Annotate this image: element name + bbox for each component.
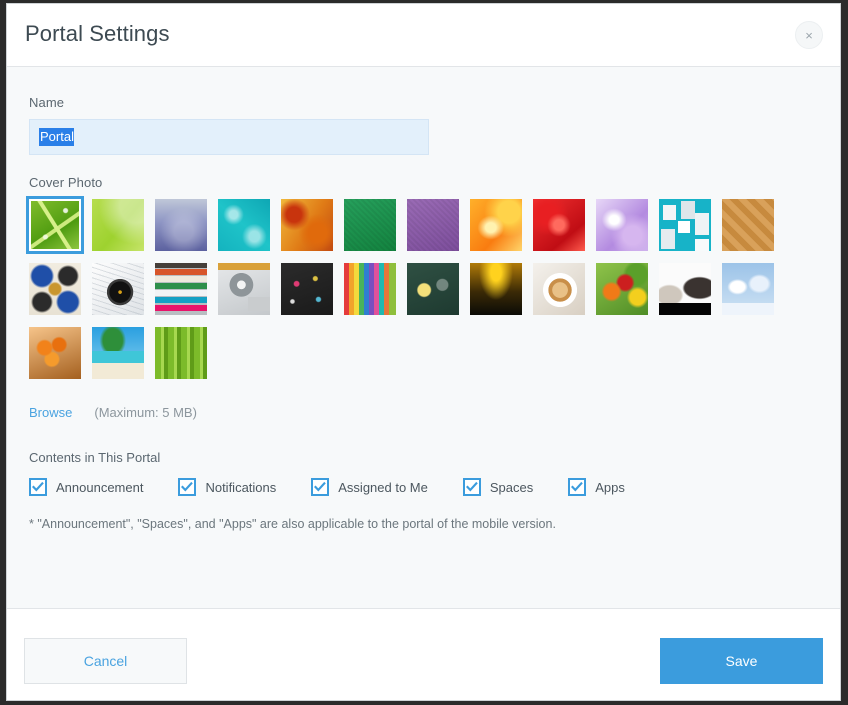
cover-thumbnail-orange-lily[interactable] <box>470 199 522 251</box>
chalk-lightbulb-image <box>407 263 459 315</box>
cover-thumbnail-teal-water[interactable] <box>218 199 270 251</box>
checkbox-label: Apps <box>595 480 625 495</box>
teal-cubes-image <box>659 199 711 251</box>
checkbox-label: Notifications <box>205 480 276 495</box>
browse-row: Browse (Maximum: 5 MB) <box>29 405 818 420</box>
cancel-button[interactable]: Cancel <box>24 638 187 684</box>
cover-thumbnail-blue-mosaic-tile[interactable] <box>29 263 81 315</box>
chalkboard-question-marks-image <box>281 263 333 315</box>
cover-thumbnail-red-rose[interactable] <box>533 199 585 251</box>
orange-rust-texture-image <box>281 199 333 251</box>
close-icon: × <box>805 29 813 42</box>
contents-label: Contents in This Portal <box>29 450 818 465</box>
cover-thumbnail-green-leaf[interactable] <box>29 199 81 251</box>
dialog-body: Name Portal Cover Photo Browse (Maximum:… <box>7 67 840 609</box>
purple-blur-image <box>155 199 207 251</box>
check-icon <box>181 481 193 493</box>
cover-thumbnail-fresh-vegetables[interactable] <box>596 263 648 315</box>
blue-mosaic-tile-image <box>29 263 81 315</box>
check-icon <box>571 481 583 493</box>
name-label: Name <box>29 95 818 110</box>
wood-parquet-image <box>722 199 774 251</box>
cover-thumbnail-winter-trees[interactable] <box>722 263 774 315</box>
cover-thumbnail-cat-and-dog[interactable] <box>659 263 711 315</box>
checkbox-label: Announcement <box>56 480 143 495</box>
cover-thumbnail-purple-felt[interactable] <box>407 199 459 251</box>
checkbox-notifications[interactable]: Notifications <box>178 478 276 496</box>
cover-thumbnail-pumpkin-basket[interactable] <box>29 327 81 379</box>
cover-thumbnail-latte-art-coffee[interactable] <box>533 263 585 315</box>
check-icon <box>32 481 44 493</box>
cover-thumbnail-beach-palm-tree[interactable] <box>92 327 144 379</box>
gear-and-tools-image <box>218 263 270 315</box>
cover-photo-label: Cover Photo <box>29 175 818 190</box>
bamboo-grove-image <box>155 327 207 379</box>
beach-palm-tree-image <box>92 327 144 379</box>
portal-settings-dialog: Portal Settings × Name Portal Cover Phot… <box>6 3 841 701</box>
green-leaf-image <box>31 201 79 249</box>
cat-and-dog-image <box>659 263 711 315</box>
colored-pencils-image <box>344 263 396 315</box>
cover-thumbnail-compass-on-map[interactable] <box>92 263 144 315</box>
cover-thumbnail-green-felt[interactable] <box>344 199 396 251</box>
cover-thumbnail-dark-gold-gradient[interactable] <box>470 263 522 315</box>
cover-thumbnail-chalk-lightbulb[interactable] <box>407 263 459 315</box>
checkbox-label: Spaces <box>490 480 533 495</box>
mobile-version-note: * "Announcement", "Spaces", and "Apps" a… <box>29 517 818 531</box>
checkbox-label: Assigned to Me <box>338 480 428 495</box>
name-input[interactable]: Portal <box>29 119 429 155</box>
stacked-books-image <box>155 263 207 315</box>
lime-gradient-image <box>92 199 144 251</box>
green-felt-image <box>344 199 396 251</box>
checkbox-box <box>29 478 47 496</box>
orange-lily-image <box>470 199 522 251</box>
teal-water-image <box>218 199 270 251</box>
cover-thumbnail-purple-hyacinth[interactable] <box>596 199 648 251</box>
check-icon <box>314 481 326 493</box>
cover-thumbnail-wood-parquet[interactable] <box>722 199 774 251</box>
purple-hyacinth-image <box>596 199 648 251</box>
winter-trees-image <box>722 263 774 315</box>
cover-thumbnail-bamboo-grove[interactable] <box>155 327 207 379</box>
page-title: Portal Settings <box>25 21 170 47</box>
checkbox-assigned-to-me[interactable]: Assigned to Me <box>311 478 428 496</box>
cover-thumbnail-colored-pencils[interactable] <box>344 263 396 315</box>
cover-photo-grid <box>29 199 797 379</box>
fresh-vegetables-image <box>596 263 648 315</box>
cover-thumbnail-orange-rust-texture[interactable] <box>281 199 333 251</box>
cover-thumbnail-stacked-books[interactable] <box>155 263 207 315</box>
compass-on-map-image <box>92 263 144 315</box>
save-button[interactable]: Save <box>660 638 823 684</box>
cover-thumbnail-chalkboard-question-marks[interactable] <box>281 263 333 315</box>
dialog-footer: Cancel Save <box>7 609 840 700</box>
dialog-header: Portal Settings × <box>7 4 840 67</box>
cover-thumbnail-purple-blur[interactable] <box>155 199 207 251</box>
checkbox-apps[interactable]: Apps <box>568 478 625 496</box>
check-icon <box>466 481 478 493</box>
name-input-value: Portal <box>39 128 74 146</box>
checkbox-spaces[interactable]: Spaces <box>463 478 533 496</box>
max-size-note: (Maximum: 5 MB) <box>94 405 197 420</box>
contents-checkbox-row: Announcement Notifications Assigned to Me S… <box>29 478 818 496</box>
dark-gold-gradient-image <box>470 263 522 315</box>
checkbox-box <box>178 478 196 496</box>
close-button[interactable]: × <box>795 21 823 49</box>
checkbox-announcement[interactable]: Announcement <box>29 478 143 496</box>
checkbox-box <box>568 478 586 496</box>
checkbox-box <box>311 478 329 496</box>
browse-button[interactable]: Browse <box>29 405 72 420</box>
pumpkin-basket-image <box>29 327 81 379</box>
cover-thumbnail-lime-gradient[interactable] <box>92 199 144 251</box>
purple-felt-image <box>407 199 459 251</box>
cover-thumbnail-teal-cubes[interactable] <box>659 199 711 251</box>
cover-thumbnail-gear-and-tools[interactable] <box>218 263 270 315</box>
checkbox-box <box>463 478 481 496</box>
latte-art-coffee-image <box>533 263 585 315</box>
red-rose-image <box>533 199 585 251</box>
